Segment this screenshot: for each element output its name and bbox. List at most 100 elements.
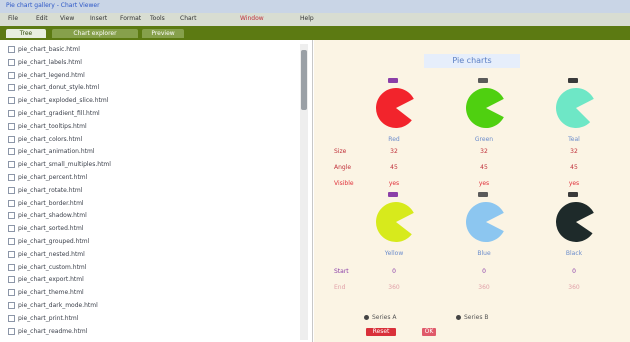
stat-value: 360 bbox=[478, 284, 490, 291]
expand-icon[interactable] bbox=[8, 327, 15, 335]
tree-scrollbar[interactable] bbox=[300, 44, 308, 340]
tab-preview[interactable]: Preview bbox=[142, 29, 184, 38]
tree-item-label: pie_chart_sorted.html bbox=[18, 225, 84, 233]
expand-icon[interactable] bbox=[8, 161, 15, 169]
pie-chart-yellow[interactable]: Yellow bbox=[364, 192, 424, 272]
tree-item[interactable]: pie_chart_colors.html bbox=[8, 135, 82, 144]
tree-item[interactable]: pie_chart_nested.html bbox=[8, 250, 85, 259]
menu-item-format[interactable]: Format bbox=[120, 15, 141, 23]
series-tag bbox=[388, 78, 398, 83]
tree-item[interactable]: pie_chart_small_multiples.html bbox=[8, 161, 111, 169]
stat-value: 32 bbox=[480, 148, 488, 155]
tree-item[interactable]: pie_chart_labels.html bbox=[8, 58, 82, 67]
expand-icon[interactable] bbox=[8, 84, 15, 92]
legend-item: Series B bbox=[456, 314, 488, 321]
expand-icon[interactable] bbox=[8, 276, 15, 284]
tree-item[interactable]: pie_chart_export.html bbox=[8, 276, 84, 284]
menu-item-window[interactable]: Window bbox=[240, 15, 264, 23]
stat-label: Angle bbox=[334, 164, 352, 171]
expand-icon[interactable] bbox=[8, 174, 15, 181]
series-tag bbox=[478, 78, 488, 83]
stat-value: 45 bbox=[570, 164, 578, 171]
tree-item[interactable]: pie_chart_tooltips.html bbox=[8, 122, 87, 131]
menu-item-insert[interactable]: Insert bbox=[90, 15, 107, 23]
expand-icon[interactable] bbox=[8, 46, 15, 53]
tree-item-label: pie_chart_legend.html bbox=[18, 71, 85, 79]
tree-item[interactable]: pie_chart_exploded_slice.html bbox=[8, 97, 108, 105]
tab-tree[interactable]: Tree bbox=[6, 29, 46, 38]
tree-item-label: pie_chart_readme.html bbox=[18, 327, 88, 335]
expand-icon[interactable] bbox=[8, 122, 15, 130]
legend-swatch bbox=[456, 315, 461, 320]
tree-item[interactable]: pie_chart_sorted.html bbox=[8, 225, 83, 233]
ok-button[interactable]: OK bbox=[422, 328, 436, 336]
stat-value: 0 bbox=[392, 268, 396, 275]
tree-item-label: pie_chart_rotate.html bbox=[18, 186, 83, 194]
menu-item-tools[interactable]: Tools bbox=[150, 15, 165, 23]
expand-icon[interactable] bbox=[8, 314, 15, 322]
chart-caption: Teal bbox=[568, 136, 580, 143]
menu-item-edit[interactable]: Edit bbox=[36, 15, 48, 23]
pie-slice bbox=[555, 201, 594, 242]
tree-item-label: pie_chart_grouped.html bbox=[18, 238, 90, 245]
expand-icon[interactable] bbox=[8, 289, 15, 297]
tree-item[interactable]: pie_chart_dark_mode.html bbox=[8, 302, 98, 310]
tree-item[interactable]: pie_chart_animation.html bbox=[8, 148, 95, 156]
expand-icon[interactable] bbox=[8, 58, 15, 66]
tree-item-label: pie_chart_export.html bbox=[18, 276, 84, 284]
stat-value: yes bbox=[568, 180, 580, 187]
menu-item-help[interactable]: Help bbox=[300, 15, 314, 23]
tree-item[interactable]: pie_chart_grouped.html bbox=[8, 238, 89, 246]
tab-chart-explorer[interactable]: Chart explorer bbox=[52, 29, 138, 38]
expand-icon[interactable] bbox=[8, 97, 15, 105]
tree-item[interactable]: pie_chart_donut_style.html bbox=[8, 84, 99, 92]
tree-item[interactable]: pie_chart_basic.html bbox=[8, 46, 80, 54]
expand-icon[interactable] bbox=[8, 225, 15, 233]
tree-item[interactable]: pie_chart_border.html bbox=[8, 199, 84, 208]
legend-label: Series B bbox=[464, 314, 489, 321]
tree-item[interactable]: pie_chart_legend.html bbox=[8, 71, 85, 80]
tree-item[interactable]: pie_chart_readme.html bbox=[8, 327, 88, 336]
tree-item[interactable]: pie_chart_rotate.html bbox=[8, 186, 83, 195]
series-tag bbox=[388, 192, 398, 197]
menu-item-view[interactable]: View bbox=[60, 15, 74, 23]
legend-swatch bbox=[364, 315, 369, 320]
pie-chart-graphic bbox=[555, 201, 594, 242]
menu-bar: File Edit View Insert Format Tools Chart Window… bbox=[0, 13, 630, 26]
pie-chart-teal[interactable]: Teal bbox=[544, 78, 604, 158]
expand-icon[interactable] bbox=[8, 110, 15, 117]
pie-chart-red[interactable]: Red bbox=[364, 78, 424, 158]
stat-value: yes bbox=[478, 180, 490, 187]
tree-item[interactable]: pie_chart_gradient_fill.html bbox=[8, 110, 100, 118]
stat-label: Visible bbox=[334, 180, 354, 187]
expand-icon[interactable] bbox=[8, 186, 15, 194]
expand-icon[interactable] bbox=[8, 302, 15, 309]
tree-item-label: pie_chart_basic.html bbox=[18, 46, 80, 53]
tree-item[interactable]: pie_chart_custom.html bbox=[8, 263, 86, 272]
expand-icon[interactable] bbox=[8, 135, 15, 143]
scrollbar-thumb[interactable] bbox=[301, 50, 307, 110]
expand-icon[interactable] bbox=[8, 238, 15, 245]
stat-value: 360 bbox=[568, 284, 580, 291]
pie-chart-black[interactable]: Black bbox=[544, 192, 604, 272]
expand-icon[interactable] bbox=[8, 148, 15, 156]
expand-icon[interactable] bbox=[8, 250, 15, 258]
stat-value: 0 bbox=[482, 268, 486, 275]
pie-chart-green[interactable]: Green bbox=[454, 78, 514, 158]
reset-button[interactable]: Reset bbox=[366, 328, 396, 336]
expand-icon[interactable] bbox=[8, 263, 15, 271]
expand-icon[interactable] bbox=[8, 71, 15, 79]
menu-item-chart[interactable]: Chart bbox=[180, 15, 197, 23]
chart-caption: Yellow bbox=[384, 250, 404, 257]
pie-chart-graphic bbox=[465, 88, 504, 128]
pie-chart-blue[interactable]: Blue bbox=[454, 192, 514, 272]
tree-item[interactable]: pie_chart_percent.html bbox=[8, 174, 87, 182]
expand-icon[interactable] bbox=[8, 199, 15, 207]
tree-item[interactable]: pie_chart_print.html bbox=[8, 314, 78, 323]
series-tag bbox=[568, 192, 578, 197]
menu-item-file[interactable]: File bbox=[8, 15, 18, 23]
expand-icon[interactable] bbox=[8, 212, 15, 220]
tree-item-label: pie_chart_shadow.html bbox=[18, 212, 87, 220]
tree-item[interactable]: pie_chart_theme.html bbox=[8, 289, 84, 297]
tree-item[interactable]: pie_chart_shadow.html bbox=[8, 212, 87, 220]
